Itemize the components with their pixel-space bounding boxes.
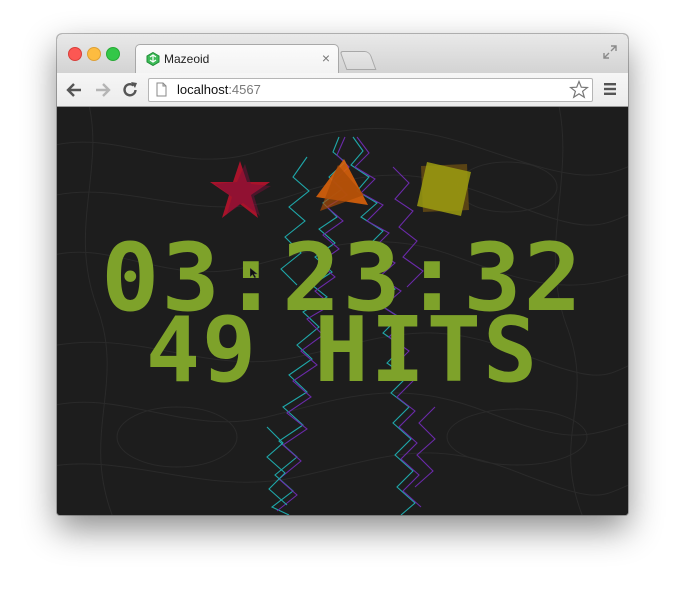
red-star-shape (210, 161, 271, 218)
tab-close-icon[interactable]: × (322, 50, 330, 66)
orange-triangle-shape (316, 159, 368, 211)
mazeoid-favicon-icon (146, 52, 160, 66)
browser-toolbar: localhost:4567 (57, 73, 628, 107)
window-minimize-button[interactable] (87, 47, 101, 61)
hits-counter: 49 HITS (145, 298, 540, 403)
browser-window: Mazeoid × localhost:4567 03:23:32 49 HIT… (57, 34, 628, 515)
game-canvas[interactable]: 03:23:32 49 HITS (57, 107, 628, 515)
window-close-button[interactable] (68, 47, 82, 61)
fullscreen-icon[interactable] (602, 44, 618, 60)
olive-square-shape (417, 162, 471, 216)
url-text: localhost:4567 (177, 82, 261, 97)
back-arrow-icon[interactable] (65, 80, 85, 100)
window-maximize-button[interactable] (106, 47, 120, 61)
url-port: :4567 (228, 82, 261, 97)
mouse-cursor-icon (250, 268, 258, 278)
reload-icon[interactable] (120, 80, 140, 100)
tab-strip: Mazeoid × (57, 34, 628, 75)
url-host: localhost (177, 82, 229, 97)
page-icon (156, 82, 167, 97)
tab-mazeoid[interactable]: Mazeoid × (135, 44, 339, 75)
address-bar[interactable]: localhost:4567 (148, 78, 593, 102)
new-tab-button[interactable] (339, 51, 377, 70)
tab-title: Mazeoid (164, 52, 210, 66)
forward-arrow-icon[interactable] (92, 80, 112, 100)
hamburger-menu-icon[interactable] (603, 82, 617, 96)
star-icon[interactable] (569, 80, 589, 100)
